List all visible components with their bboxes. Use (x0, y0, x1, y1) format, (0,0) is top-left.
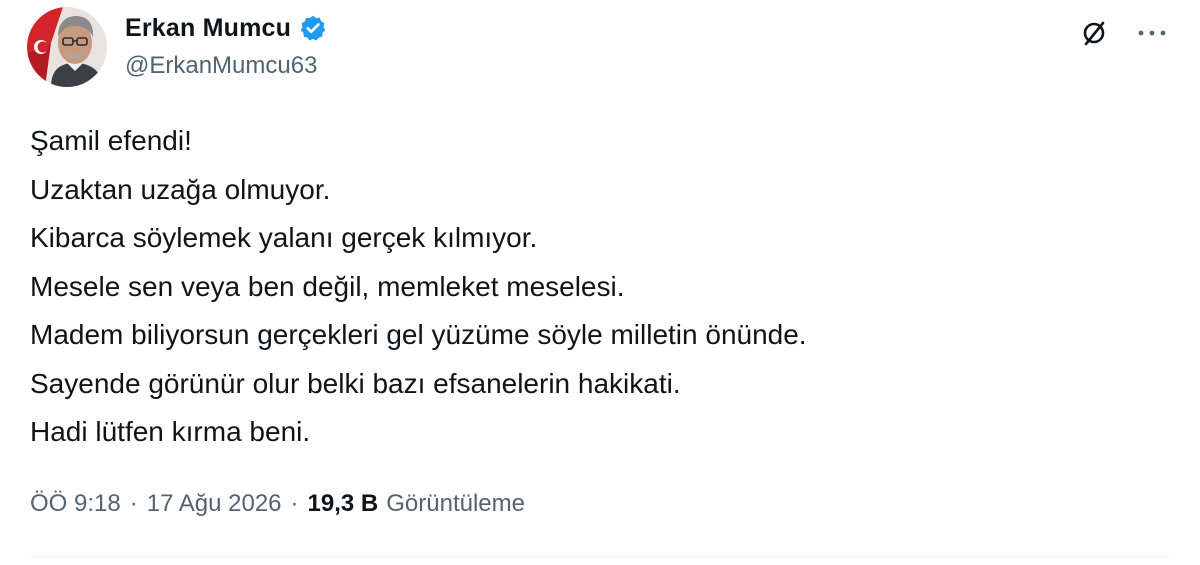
tweet-meta: ÖÖ 9:18 · 17 Ağu 2026 · 19,3 B Görüntüle… (30, 490, 525, 518)
avatar-image (27, 7, 107, 87)
views-count: 19,3 B (307, 490, 379, 517)
tweet: Erkan Mumcu @ErkanMumcu63 Şamil efendi! … (0, 0, 1200, 565)
more-icon[interactable] (1134, 18, 1170, 48)
name-row: Erkan Mumcu (125, 10, 327, 46)
tweet-line: Şamil efendi! (30, 125, 192, 156)
tweet-time[interactable]: ÖÖ 9:18 (30, 490, 121, 518)
tweet-line: Mesele sen veya ben değil, memleket mese… (30, 270, 625, 302)
meta-separator: · (290, 490, 299, 517)
avatar[interactable] (27, 7, 107, 87)
tweet-line: Madem biliyorsun gerçekleri gel yüzüme s… (30, 319, 807, 350)
verified-badge-icon (299, 14, 327, 42)
grok-icon[interactable] (1076, 18, 1112, 48)
tweet-date[interactable]: 17 Ağu 2026 (147, 490, 282, 518)
tweet-line: Hadi lütfen kırma beni. (30, 416, 311, 447)
tweet-line: Kibarca söylemek yalanı gerçek kılmıyor. (30, 222, 538, 253)
tweet-line: Sayende görünür olur belki bazı efsanele… (30, 367, 681, 399)
author-block: Erkan Mumcu @ErkanMumcu63 (125, 10, 327, 80)
tweet-text: Şamil efendi! Uzaktan uzağa olmuyor. Kib… (30, 117, 807, 457)
meta-separator: · (129, 490, 138, 517)
top-actions (1076, 18, 1170, 48)
divider (30, 556, 1170, 557)
views-label: Görüntüleme (386, 490, 525, 517)
handle[interactable]: @ErkanMumcu63 (125, 52, 327, 80)
tweet-line: Uzaktan uzağa olmuyor. (30, 173, 331, 205)
display-name[interactable]: Erkan Mumcu (125, 14, 291, 43)
